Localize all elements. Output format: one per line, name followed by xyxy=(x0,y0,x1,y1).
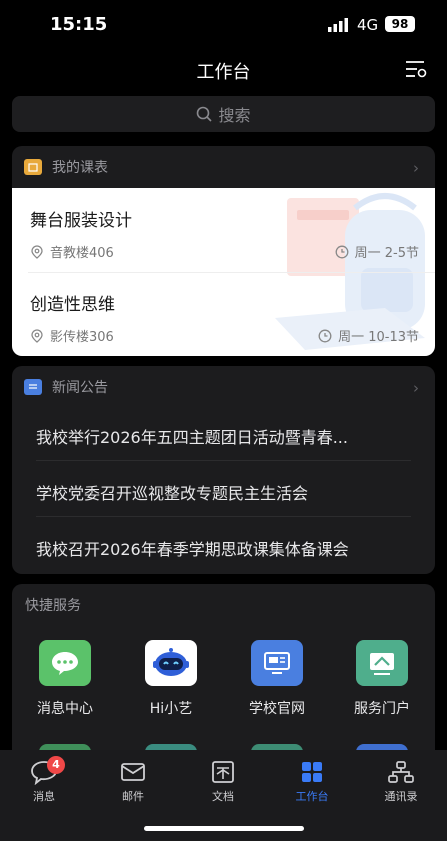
divider xyxy=(36,460,411,461)
service-hi-xiaoyi[interactable]: Hi小艺 xyxy=(126,640,216,718)
portal-icon xyxy=(356,640,408,686)
tab-label: 通讯录 xyxy=(384,790,418,803)
home-indicator xyxy=(144,826,304,831)
document-icon xyxy=(188,758,258,786)
chevron-right-icon: › xyxy=(413,379,419,397)
service-label: 学校官网 xyxy=(249,701,305,717)
mail-icon xyxy=(98,758,168,786)
location-pin-icon xyxy=(31,328,43,343)
course-item[interactable]: 创造性思维 影传楼306 周一 10-13节 xyxy=(12,272,435,356)
schedule-title: 我的课表 xyxy=(52,160,108,176)
schedule-list: 舞台服装设计 音教楼406 周一 2-5节 创造性思维 影传楼306 周一 10… xyxy=(12,188,435,356)
news-item[interactable]: 我校召开2026年春季学期思政课集体备课会 xyxy=(36,536,411,560)
course-time: 周一 10-13节 xyxy=(318,326,419,345)
search-placeholder: 搜索 xyxy=(218,106,251,125)
course-time-text: 周一 10-13节 xyxy=(338,330,419,345)
divider xyxy=(36,516,411,517)
chat-bubble-icon xyxy=(39,640,91,686)
chevron-right-icon: › xyxy=(413,159,419,177)
course-location: 影传楼306 xyxy=(30,326,114,345)
news-icon xyxy=(24,379,42,395)
clock-icon xyxy=(318,329,332,342)
contacts-icon xyxy=(366,758,436,786)
robot-icon xyxy=(145,640,197,686)
course-time: 周一 2-5节 xyxy=(335,242,419,261)
workbench-icon xyxy=(277,758,347,786)
service-portal[interactable]: 服务门户 xyxy=(337,640,427,718)
news-header[interactable]: 新闻公告 › xyxy=(12,366,435,408)
tab-label: 工作台 xyxy=(295,790,329,803)
course-time-text: 周一 2-5节 xyxy=(354,246,419,261)
calendar-icon xyxy=(24,159,42,175)
chat-icon xyxy=(9,758,79,786)
search-bar[interactable]: 搜索 xyxy=(12,96,435,132)
schedule-header[interactable]: 我的课表 › xyxy=(12,146,435,188)
status-bar: 15:15 4G 98 xyxy=(0,0,447,52)
tab-messages[interactable]: 4 消息 xyxy=(9,756,79,804)
search-icon xyxy=(197,106,213,122)
quick-services-header: 快捷服务 xyxy=(12,584,435,626)
service-message-center[interactable]: 消息中心 xyxy=(20,640,110,718)
tab-label: 文档 xyxy=(212,790,234,803)
service-label: 服务门户 xyxy=(354,701,410,717)
news-title: 新闻公告 xyxy=(52,380,108,396)
tab-mail[interactable]: 邮件 xyxy=(98,758,168,804)
news-item[interactable]: 学校党委召开巡视整改专题民主生活会 xyxy=(36,480,411,504)
signal-icon xyxy=(328,18,348,32)
course-location-text: 影传楼306 xyxy=(50,330,114,345)
unread-badge: 4 xyxy=(47,756,65,774)
network-type: 4G xyxy=(357,16,379,34)
tab-label: 消息 xyxy=(33,790,55,803)
service-school-website[interactable]: 学校官网 xyxy=(232,640,322,718)
quick-services-title: 快捷服务 xyxy=(25,598,81,614)
service-label: 消息中心 xyxy=(37,701,93,717)
course-location-text: 音教楼406 xyxy=(50,246,114,261)
tab-workbench[interactable]: 工作台 xyxy=(277,758,347,804)
course-location: 音教楼406 xyxy=(30,242,114,261)
news-card: 新闻公告 › 我校举行2026年五四主题团日活动暨青春... 学校党委召开巡视整… xyxy=(12,366,435,574)
service-label: Hi小艺 xyxy=(149,701,193,717)
page-title: 工作台 xyxy=(196,62,251,83)
tab-documents[interactable]: 文档 xyxy=(188,758,258,804)
course-item[interactable]: 舞台服装设计 音教楼406 周一 2-5节 xyxy=(12,188,435,272)
schedule-card: 我的课表 › 舞台服装设计 音教楼406 周一 2-5节 创造性思维 影传楼30… xyxy=(12,146,435,356)
monitor-icon xyxy=(251,640,303,686)
news-item[interactable]: 我校举行2026年五四主题团日活动暨青春... xyxy=(36,424,411,448)
clock-icon xyxy=(335,245,349,258)
battery-icon: 98 xyxy=(385,16,415,32)
course-name: 创造性思维 xyxy=(30,295,115,315)
filter-settings-icon[interactable] xyxy=(404,58,428,80)
status-time: 15:15 xyxy=(50,14,108,35)
location-pin-icon xyxy=(31,244,43,259)
course-name: 舞台服装设计 xyxy=(30,211,132,231)
tab-label: 邮件 xyxy=(122,790,144,803)
tab-contacts[interactable]: 通讯录 xyxy=(366,758,436,804)
